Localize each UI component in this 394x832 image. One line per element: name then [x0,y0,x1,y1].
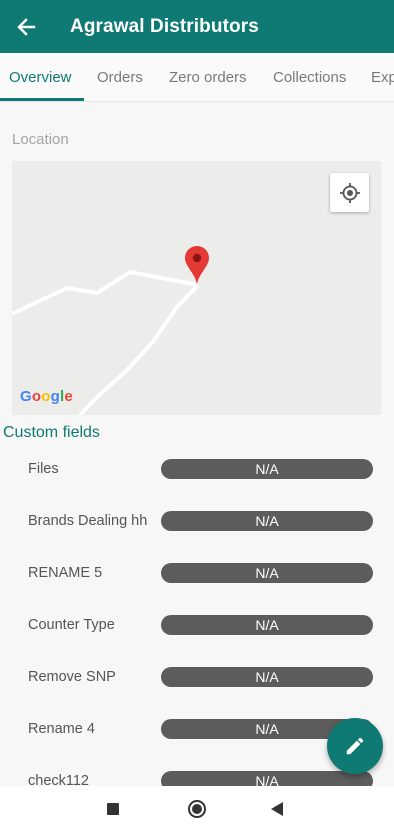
back-button[interactable] [0,0,52,53]
custom-field-label: RENAME 5 [28,565,103,581]
active-tab-indicator [0,98,84,101]
tab-exp[interactable]: Exp [371,53,394,101]
edit-fab-button[interactable] [327,718,383,774]
custom-field-label: Files [28,461,59,477]
system-back-button[interactable] [247,786,307,832]
custom-field-label: Rename 4 [28,721,95,737]
custom-field-row: Brands Dealing hh N/A [0,511,394,535]
square-recents-icon [107,803,119,815]
edit-pencil-icon [346,737,364,755]
custom-field-label: Brands Dealing hh [28,513,148,529]
home-button[interactable] [167,786,227,832]
my-location-icon [339,182,360,203]
app-bar: Agrawal Distributors [0,0,394,53]
tab-collections[interactable]: Collections [273,53,346,101]
recents-button[interactable] [83,786,143,832]
custom-field-row: Files N/A [0,459,394,483]
circle-home-icon [188,800,206,818]
custom-field-row: Remove SNP N/A [0,667,394,691]
google-logo: Google [20,388,73,405]
map-pin-icon [185,246,209,286]
system-nav-bar [0,786,394,832]
location-map[interactable]: Google [12,161,381,415]
triangle-back-icon [270,802,283,816]
custom-field-value: N/A [161,615,373,635]
custom-field-value: N/A [161,667,373,687]
tab-bar: Overview Orders Zero orders Collections … [0,53,394,102]
location-label: Location [12,131,69,148]
custom-field-label: Remove SNP [28,669,116,685]
page-title: Agrawal Distributors [70,15,259,37]
custom-field-value: N/A [161,563,373,583]
custom-field-row: RENAME 5 N/A [0,563,394,587]
tab-zero-orders[interactable]: Zero orders [169,53,247,101]
tab-orders[interactable]: Orders [97,53,143,101]
custom-field-value: N/A [161,459,373,479]
arrow-left-icon [17,17,36,36]
custom-fields-heading: Custom fields [3,424,100,441]
custom-field-row: Counter Type N/A [0,615,394,639]
tab-overview[interactable]: Overview [9,53,72,101]
custom-field-value: N/A [161,511,373,531]
map-roads [12,270,200,415]
my-location-button[interactable] [330,173,369,212]
custom-field-label: Counter Type [28,617,115,633]
